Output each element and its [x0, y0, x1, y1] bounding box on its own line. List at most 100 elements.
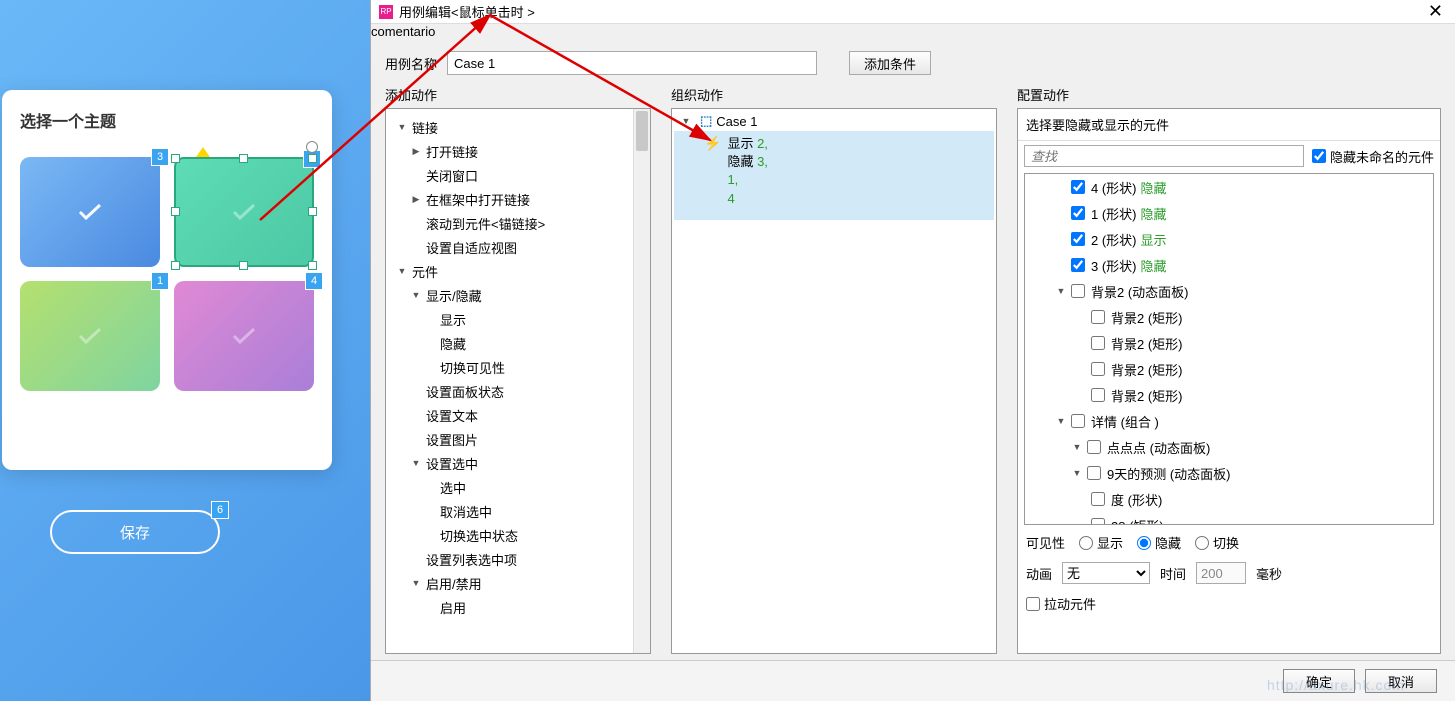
close-icon[interactable]: ✕ — [1424, 1, 1447, 22]
hide-unnamed-checkbox[interactable]: 隐藏未命名的元件 — [1312, 147, 1434, 166]
rotate-handle[interactable] — [306, 141, 318, 153]
add-condition-button[interactable]: 添加条件 — [849, 51, 931, 75]
widget-checkbox[interactable] — [1071, 258, 1085, 272]
case-block: ⬚ Case 1 ⚡ 显示 2, 隐藏 3, 1, 4 — [672, 109, 996, 222]
chevron-down-icon[interactable] — [1055, 416, 1067, 426]
case-list[interactable]: ⬚ Case 1 ⚡ 显示 2, 隐藏 3, 1, 4 — [671, 108, 997, 654]
action-tree-item[interactable]: 显示 — [390, 307, 646, 331]
scrollbar[interactable] — [633, 109, 650, 653]
chevron-right-icon[interactable] — [410, 146, 422, 157]
action-tree-item[interactable]: 选中 — [390, 475, 646, 499]
action-tree-item[interactable]: 链接 — [390, 115, 646, 139]
theme-tile-3[interactable]: 1 — [20, 281, 160, 391]
action-tree-item[interactable]: 关闭窗口 — [390, 163, 646, 187]
action-tree-item[interactable]: 切换选中状态 — [390, 523, 646, 547]
actions-tree[interactable]: 链接打开链接关闭窗口在框架中打开链接滚动到元件<锚链接>设置自适应视图元件显示/… — [385, 108, 651, 654]
action-tree-item[interactable]: 隐藏 — [390, 331, 646, 355]
chevron-down-icon[interactable] — [680, 116, 692, 126]
widget-row[interactable]: 点点点 (动态面板) — [1025, 434, 1433, 460]
action-tree-item[interactable]: 启用/禁用 — [390, 571, 646, 595]
widget-checkbox[interactable] — [1071, 180, 1085, 194]
widget-row[interactable]: 2 (形状)显示 — [1025, 226, 1433, 252]
drag-input[interactable] — [1026, 597, 1040, 611]
widget-list[interactable]: 4 (形状)隐藏1 (形状)隐藏2 (形状)显示3 (形状)隐藏背景2 (动态面… — [1024, 173, 1434, 525]
resize-handle[interactable] — [239, 154, 248, 163]
action-tree-item[interactable]: 元件 — [390, 259, 646, 283]
anim-select[interactable]: 无 — [1062, 562, 1150, 584]
action-tree-item[interactable]: 设置文本 — [390, 403, 646, 427]
resize-handle[interactable] — [171, 261, 180, 270]
search-input[interactable] — [1024, 145, 1304, 167]
case-name-input[interactable] — [447, 51, 817, 75]
chevron-down-icon[interactable] — [1055, 286, 1067, 296]
chevron-right-icon[interactable] — [410, 194, 422, 205]
widget-checkbox[interactable] — [1071, 284, 1085, 298]
hide-unnamed-input[interactable] — [1312, 149, 1326, 163]
resize-handle[interactable] — [171, 154, 180, 163]
theme-tile-4[interactable]: 4 — [174, 281, 314, 391]
tree-label: 设置图片 — [426, 430, 478, 449]
chevron-down-icon[interactable] — [410, 290, 422, 300]
action-tree-item[interactable]: 打开链接 — [390, 139, 646, 163]
resize-handle[interactable] — [171, 207, 180, 216]
widget-checkbox[interactable] — [1091, 388, 1105, 402]
widget-checkbox[interactable] — [1087, 466, 1101, 480]
time-input[interactable] — [1196, 562, 1246, 584]
widget-row[interactable]: 详情 (组合 ) — [1025, 408, 1433, 434]
widget-row[interactable]: 28 (矩形) — [1025, 512, 1433, 525]
drag-checkbox[interactable]: 拉动元件 — [1026, 594, 1432, 613]
chevron-down-icon[interactable] — [396, 122, 408, 132]
widget-checkbox[interactable] — [1071, 206, 1085, 220]
widget-checkbox[interactable] — [1087, 440, 1101, 454]
action-tree-item[interactable]: 设置列表选中项 — [390, 547, 646, 571]
chevron-down-icon[interactable] — [1071, 442, 1083, 452]
save-button[interactable]: 保存 — [50, 510, 220, 554]
widget-checkbox[interactable] — [1091, 518, 1105, 525]
widget-row[interactable]: 背景2 (矩形) — [1025, 382, 1433, 408]
widget-checkbox[interactable] — [1091, 362, 1105, 376]
action-tree-item[interactable]: 设置图片 — [390, 427, 646, 451]
case-name-label: 用例名称 — [385, 54, 437, 73]
chevron-down-icon[interactable] — [396, 266, 408, 276]
action-tree-item[interactable]: 启用 — [390, 595, 646, 619]
widget-label: 28 (矩形) — [1111, 516, 1164, 526]
widget-row[interactable]: 4 (形状)隐藏 — [1025, 174, 1433, 200]
widget-checkbox[interactable] — [1091, 336, 1105, 350]
action-tree-item[interactable]: 设置自适应视图 — [390, 235, 646, 259]
widget-row[interactable]: 1 (形状)隐藏 — [1025, 200, 1433, 226]
resize-handle[interactable] — [308, 261, 317, 270]
action-tree-item[interactable]: 设置选中 — [390, 451, 646, 475]
theme-tile-2-selected[interactable]: 2 — [174, 157, 314, 267]
widget-row[interactable]: 背景2 (矩形) — [1025, 330, 1433, 356]
action-tree-item[interactable]: 滚动到元件<锚链接> — [390, 211, 646, 235]
resize-handle[interactable] — [308, 207, 317, 216]
action-tree-item[interactable]: 在框架中打开链接 — [390, 187, 646, 211]
chevron-down-icon[interactable] — [410, 458, 422, 468]
action-tree-item[interactable]: 切换可见性 — [390, 355, 646, 379]
chevron-down-icon[interactable] — [1071, 468, 1083, 478]
action-tree-item[interactable]: 取消选中 — [390, 499, 646, 523]
widget-checkbox[interactable] — [1071, 414, 1085, 428]
action-tree-item[interactable]: 设置面板状态 — [390, 379, 646, 403]
chevron-down-icon[interactable] — [410, 578, 422, 588]
widget-row[interactable]: 背景2 (矩形) — [1025, 356, 1433, 382]
widget-row[interactable]: 背景2 (矩形) — [1025, 304, 1433, 330]
resize-handle[interactable] — [308, 154, 317, 163]
widget-row[interactable]: 背景2 (动态面板) — [1025, 278, 1433, 304]
case-head[interactable]: ⬚ Case 1 — [674, 111, 994, 131]
widget-checkbox[interactable] — [1091, 310, 1105, 324]
case-action[interactable]: ⚡ 显示 2, 隐藏 3, 1, 4 — [674, 131, 994, 220]
widget-row[interactable]: 度 (形状) — [1025, 486, 1433, 512]
widget-checkbox[interactable] — [1071, 232, 1085, 246]
widget-checkbox[interactable] — [1091, 492, 1105, 506]
widget-row[interactable]: 3 (形状)隐藏 — [1025, 252, 1433, 278]
radio-toggle[interactable]: 切换 — [1195, 533, 1239, 552]
radio-hide[interactable]: 隐藏 — [1137, 533, 1181, 552]
connector-icon[interactable] — [196, 147, 210, 157]
radio-show[interactable]: 显示 — [1079, 533, 1123, 552]
resize-handle[interactable] — [239, 261, 248, 270]
action-tree-item[interactable]: 显示/隐藏 — [390, 283, 646, 307]
check-icon — [78, 203, 102, 221]
theme-tile-1[interactable]: 3 — [20, 157, 160, 267]
widget-row[interactable]: 9天的预测 (动态面板) — [1025, 460, 1433, 486]
